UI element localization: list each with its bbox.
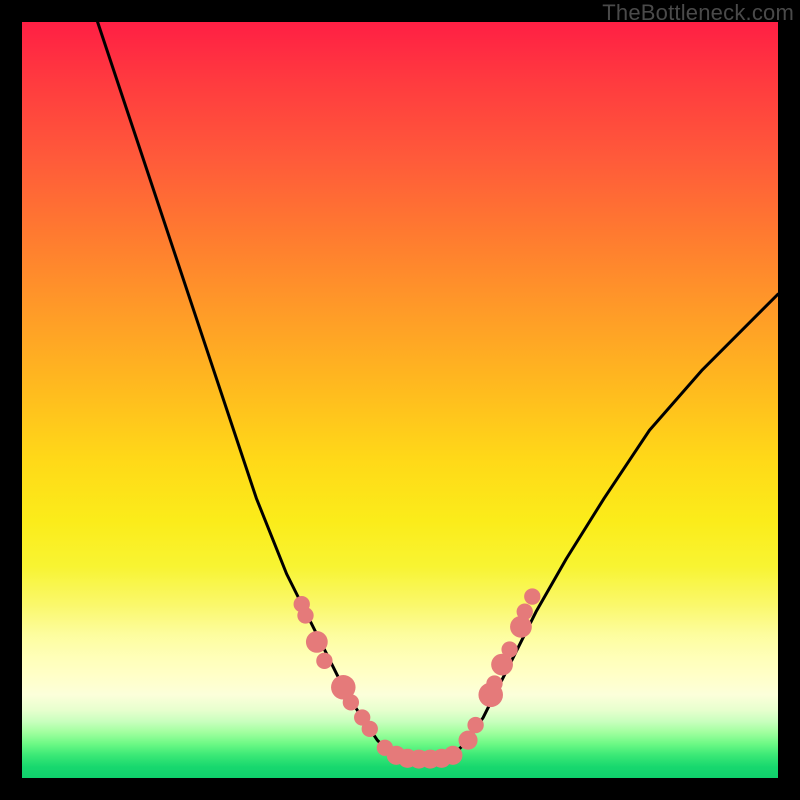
data-marker	[459, 731, 478, 750]
plot-area	[22, 22, 778, 778]
data-marker	[467, 717, 483, 733]
data-marker	[306, 631, 328, 653]
data-marker	[524, 588, 540, 604]
data-marker	[443, 746, 462, 765]
data-marker	[517, 604, 533, 620]
data-marker	[501, 641, 517, 657]
data-marker	[316, 653, 332, 669]
data-marker	[343, 694, 359, 710]
bottleneck-curve	[98, 22, 778, 759]
curve-path	[98, 22, 778, 759]
data-marker	[510, 616, 532, 638]
chart-svg	[22, 22, 778, 778]
chart-frame: TheBottleneck.com	[0, 0, 800, 800]
data-marker	[486, 675, 502, 691]
data-marker	[297, 607, 313, 623]
watermark-text: TheBottleneck.com	[602, 0, 794, 26]
data-marker	[362, 721, 378, 737]
